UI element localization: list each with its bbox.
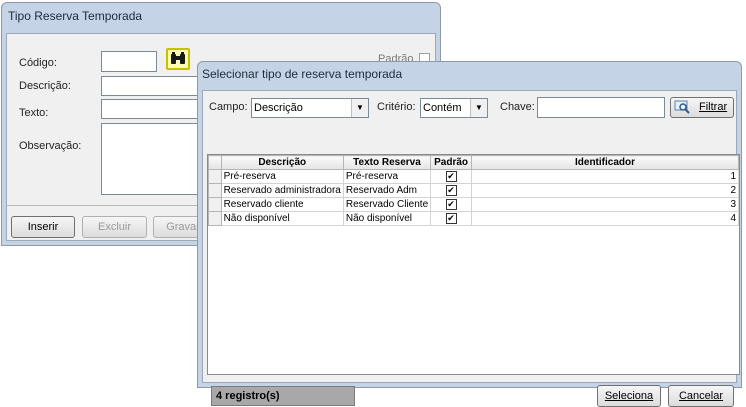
texto-input[interactable] bbox=[101, 99, 201, 119]
filtrar-button[interactable]: Filtrar bbox=[670, 97, 734, 118]
col-header-texto[interactable]: Texto Reserva bbox=[342, 155, 432, 170]
results-grid[interactable]: Descrição Texto Reserva Padrão Identific… bbox=[207, 154, 740, 375]
row-indicator bbox=[208, 197, 222, 212]
filtrar-label: Filtrar bbox=[699, 101, 728, 113]
criterio-value: Contém bbox=[423, 102, 462, 114]
chave-input[interactable] bbox=[537, 97, 665, 118]
search-button[interactable] bbox=[166, 48, 190, 70]
dialog-title: Selecionar tipo de reserva temporada bbox=[202, 67, 403, 81]
descricao-input[interactable] bbox=[101, 76, 201, 96]
checkbox-checked-icon[interactable]: ✔ bbox=[445, 184, 457, 196]
row-indicator bbox=[208, 183, 222, 198]
window-title: Tipo Reserva Temporada bbox=[8, 9, 143, 23]
cell-descricao[interactable]: Pré-reserva bbox=[220, 169, 344, 184]
cell-identificador[interactable]: 4 bbox=[471, 211, 739, 226]
cell-descricao[interactable]: Reservado administradora bbox=[220, 183, 344, 198]
cell-texto[interactable]: Pré-reserva bbox=[342, 169, 432, 184]
filter-search-icon bbox=[674, 100, 690, 114]
col-header-descricao[interactable]: Descrição bbox=[220, 155, 344, 170]
header-row: Descrição Texto Reserva Padrão Identific… bbox=[208, 155, 739, 170]
selecionar-dialog: Selecionar tipo de reserva temporada Cam… bbox=[197, 61, 742, 407]
codigo-input[interactable] bbox=[101, 51, 157, 72]
excluir-button[interactable]: Excluir bbox=[82, 216, 147, 238]
campo-label: Campo: bbox=[209, 101, 248, 113]
row-indicator-header bbox=[208, 155, 222, 170]
seleciona-button[interactable]: Seleciona bbox=[597, 385, 661, 407]
row-indicator bbox=[208, 169, 222, 184]
campo-value: Descrição bbox=[254, 102, 303, 114]
inserir-button[interactable]: Inserir bbox=[11, 216, 75, 238]
codigo-label: Código: bbox=[19, 57, 57, 69]
chevron-down-icon: ▼ bbox=[470, 99, 487, 117]
cell-descricao[interactable]: Reservado cliente bbox=[220, 197, 344, 212]
table-row[interactable]: Não disponível Não disponível ✔ 4 bbox=[208, 211, 739, 226]
cell-identificador[interactable]: 1 bbox=[471, 169, 739, 184]
criterio-label: Critério: bbox=[377, 101, 416, 113]
chevron-down-icon: ▼ bbox=[351, 99, 368, 117]
results-table: Descrição Texto Reserva Padrão Identific… bbox=[208, 155, 739, 226]
table-row[interactable]: Reservado cliente Reservado Cliente ✔ 3 bbox=[208, 197, 739, 212]
checkbox-checked-icon[interactable]: ✔ bbox=[445, 170, 457, 182]
checkbox-checked-icon[interactable]: ✔ bbox=[445, 212, 457, 224]
row-indicator bbox=[208, 211, 222, 226]
texto-label: Texto: bbox=[19, 107, 49, 119]
seleciona-label: Seleciona bbox=[604, 390, 654, 402]
descricao-label: Descrição: bbox=[19, 80, 71, 92]
record-count-status: 4 registro(s) bbox=[211, 386, 355, 406]
checkbox-checked-icon[interactable]: ✔ bbox=[445, 198, 457, 210]
observacao-label: Observação: bbox=[19, 140, 82, 152]
divider bbox=[6, 205, 199, 206]
cell-texto[interactable]: Não disponível bbox=[342, 211, 432, 226]
cell-descricao[interactable]: Não disponível bbox=[220, 211, 344, 226]
dialog-client: Campo: Descrição ▼ Critério: Contém ▼ Ch… bbox=[202, 90, 740, 407]
criterio-select[interactable]: Contém ▼ bbox=[420, 98, 488, 118]
cell-padrao[interactable]: ✔ bbox=[430, 169, 473, 184]
cancelar-button[interactable]: Cancelar bbox=[668, 385, 734, 407]
binoculars-icon bbox=[171, 52, 185, 64]
cell-texto[interactable]: Reservado Adm bbox=[342, 183, 432, 198]
cell-texto[interactable]: Reservado Cliente bbox=[342, 197, 432, 212]
cancelar-label: Cancelar bbox=[678, 390, 724, 402]
cell-padrao[interactable]: ✔ bbox=[430, 197, 473, 212]
col-header-padrao[interactable]: Padrão bbox=[430, 155, 473, 170]
campo-select[interactable]: Descrição ▼ bbox=[251, 98, 369, 118]
cell-padrao[interactable]: ✔ bbox=[430, 183, 473, 198]
observacao-textarea[interactable] bbox=[101, 123, 201, 195]
cell-identificador[interactable]: 2 bbox=[471, 183, 739, 198]
col-header-identificador[interactable]: Identificador bbox=[471, 155, 739, 170]
table-row[interactable]: Pré-reserva Pré-reserva ✔ 1 bbox=[208, 169, 739, 184]
cell-identificador[interactable]: 3 bbox=[471, 197, 739, 212]
cell-padrao[interactable]: ✔ bbox=[430, 211, 473, 226]
table-row[interactable]: Reservado administradora Reservado Adm ✔… bbox=[208, 183, 739, 198]
chave-label: Chave: bbox=[500, 101, 535, 113]
